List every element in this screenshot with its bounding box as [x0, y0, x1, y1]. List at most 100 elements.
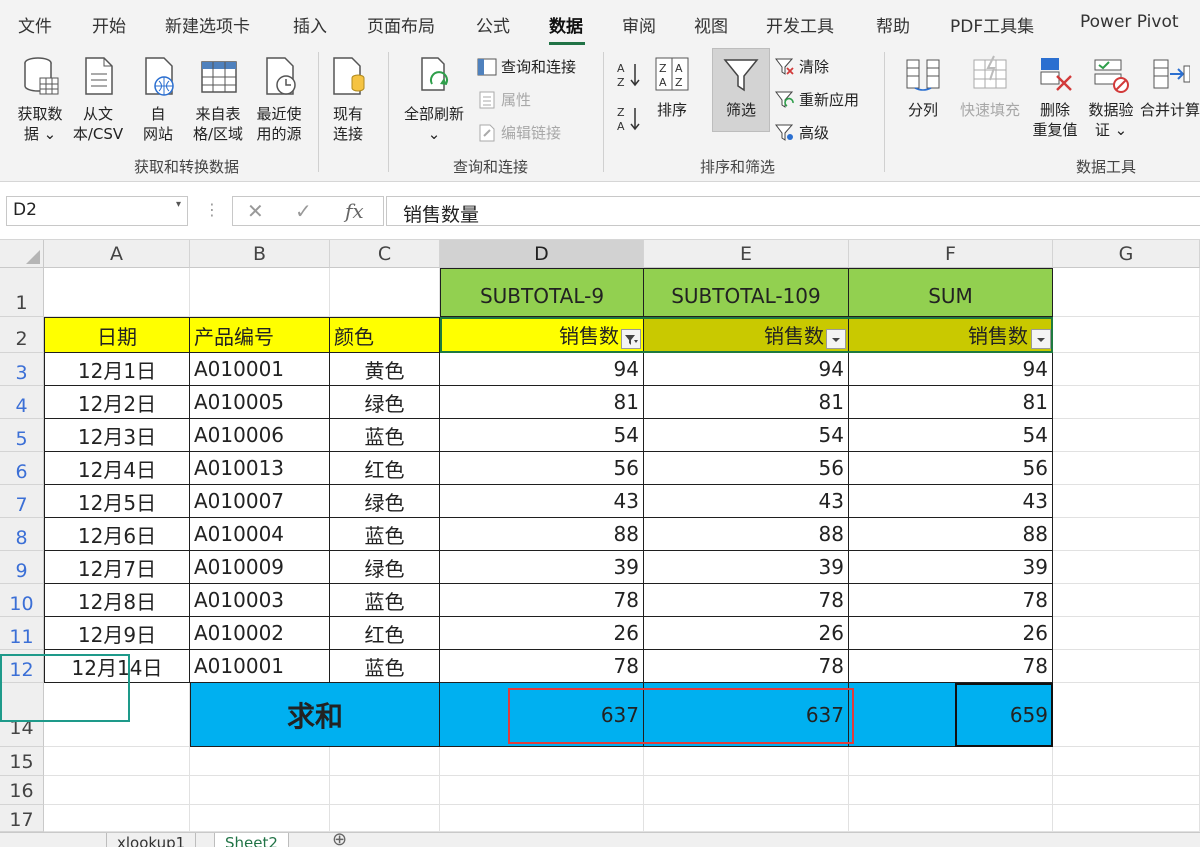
enter-icon[interactable]: ✓	[295, 199, 312, 223]
cell-date[interactable]: 12月7日	[44, 551, 190, 584]
empty-cell[interactable]	[190, 776, 330, 805]
row-header-2[interactable]: 2	[0, 317, 44, 353]
cell-date[interactable]: 12月1日	[44, 353, 190, 386]
empty-cell[interactable]	[440, 805, 644, 832]
cell-product-code[interactable]: A010001	[190, 650, 330, 683]
reapply-button[interactable]: 重新应用	[774, 89, 859, 110]
cell-d1[interactable]: SUBTOTAL-9	[440, 268, 644, 317]
select-all-button[interactable]	[0, 240, 44, 268]
empty-cell[interactable]	[44, 776, 190, 805]
empty-cell[interactable]	[1053, 452, 1200, 485]
cell-product-code[interactable]: A010009	[190, 551, 330, 584]
empty-cell[interactable]	[849, 747, 1053, 776]
tab-formulas[interactable]: 公式	[476, 12, 510, 37]
empty-cell[interactable]	[190, 747, 330, 776]
empty-cell[interactable]	[1053, 419, 1200, 452]
data-validation-button[interactable]: 数据验 证 ⌄	[1084, 54, 1138, 140]
formula-input[interactable]: 销售数量	[386, 196, 1200, 226]
column-header-c[interactable]: C	[330, 240, 440, 268]
cell-color[interactable]: 蓝色	[330, 419, 440, 452]
cell-f13[interactable]: 659	[849, 683, 1053, 747]
cell-d2[interactable]: 销售数	[440, 317, 644, 353]
cell-f[interactable]: 26	[849, 617, 1053, 650]
from-text-csv-button[interactable]: 从文 本/CSV	[70, 54, 126, 144]
cancel-icon[interactable]: ✕	[247, 199, 264, 223]
cell-a1[interactable]	[44, 268, 190, 317]
cell-b1[interactable]	[190, 268, 330, 317]
empty-cell[interactable]	[1053, 268, 1200, 317]
cell-f[interactable]: 88	[849, 518, 1053, 551]
empty-cell[interactable]	[849, 776, 1053, 805]
cell-f[interactable]: 54	[849, 419, 1053, 452]
cell-color[interactable]: 红色	[330, 452, 440, 485]
tab-help[interactable]: 帮助	[876, 12, 910, 37]
cell-d[interactable]: 78	[440, 584, 644, 617]
cell-d[interactable]: 78	[440, 650, 644, 683]
cell-f[interactable]: 56	[849, 452, 1053, 485]
edit-links-button[interactable]: 编辑链接	[476, 122, 561, 143]
empty-cell[interactable]	[644, 776, 849, 805]
sort-descending-button[interactable]: ZA	[614, 104, 644, 139]
cell-a2[interactable]: 日期	[44, 317, 190, 353]
consolidate-button[interactable]: 合并计算	[1140, 54, 1200, 120]
empty-cell[interactable]	[330, 805, 440, 832]
empty-cell[interactable]	[1053, 805, 1200, 832]
cell-d[interactable]: 26	[440, 617, 644, 650]
cell-e[interactable]: 56	[644, 452, 849, 485]
empty-cell[interactable]	[644, 747, 849, 776]
empty-cell[interactable]	[1053, 485, 1200, 518]
advanced-filter-button[interactable]: 高级	[774, 122, 829, 143]
cell-product-code[interactable]: A010004	[190, 518, 330, 551]
empty-cell[interactable]	[330, 776, 440, 805]
cell-product-code[interactable]: A010006	[190, 419, 330, 452]
cell-f1[interactable]: SUM	[849, 268, 1053, 317]
empty-cell[interactable]	[1053, 776, 1200, 805]
cell-d[interactable]: 94	[440, 353, 644, 386]
cell-e[interactable]: 94	[644, 353, 849, 386]
tab-page-layout[interactable]: 页面布局	[367, 12, 435, 37]
add-sheet-icon[interactable]: ⊕	[332, 833, 347, 847]
cell-e[interactable]: 39	[644, 551, 849, 584]
row-header-10[interactable]: 10	[0, 584, 44, 617]
cell-e[interactable]: 54	[644, 419, 849, 452]
empty-cell[interactable]	[1053, 584, 1200, 617]
row-header-17[interactable]: 17	[0, 805, 44, 832]
sheet-tab-xlookup1[interactable]: xlookup1	[106, 833, 197, 847]
name-box[interactable]: D2 ▾	[6, 196, 188, 226]
remove-duplicates-button[interactable]: 删除 重复值	[1028, 54, 1082, 140]
filter-dropdown-icon[interactable]	[826, 329, 846, 349]
column-header-b[interactable]: B	[190, 240, 330, 268]
row-header-7[interactable]: 7	[0, 485, 44, 518]
row-header-15[interactable]: 15	[0, 747, 44, 776]
tab-data[interactable]: 数据	[549, 12, 583, 37]
cell-product-code[interactable]: A010002	[190, 617, 330, 650]
column-header-f[interactable]: F	[849, 240, 1053, 268]
from-table-button[interactable]: 来自表 格/区域	[190, 54, 246, 144]
cell-date[interactable]: 12月4日	[44, 452, 190, 485]
cell-d[interactable]: 54	[440, 419, 644, 452]
empty-cell[interactable]	[1053, 551, 1200, 584]
empty-cell[interactable]	[1053, 747, 1200, 776]
cell-date[interactable]: 12月2日	[44, 386, 190, 419]
empty-cell[interactable]	[190, 805, 330, 832]
cell-color[interactable]: 黄色	[330, 353, 440, 386]
from-web-button[interactable]: 自 网站	[130, 54, 186, 144]
row-header-3[interactable]: 3	[0, 353, 44, 386]
row-header-5[interactable]: 5	[0, 419, 44, 452]
cell-product-code[interactable]: A010005	[190, 386, 330, 419]
tab-pdf-tools[interactable]: PDF工具集	[950, 12, 1034, 37]
cell-c1[interactable]	[330, 268, 440, 317]
clear-filter-button[interactable]: 清除	[774, 56, 829, 77]
cell-total-label[interactable]: 求和	[190, 683, 440, 747]
tab-insert[interactable]: 插入	[293, 12, 327, 37]
cell-e[interactable]: 26	[644, 617, 849, 650]
cell-d[interactable]: 81	[440, 386, 644, 419]
column-header-g[interactable]: G	[1053, 240, 1200, 268]
cell-color[interactable]: 绿色	[330, 386, 440, 419]
cell-f[interactable]: 78	[849, 650, 1053, 683]
column-header-a[interactable]: A	[44, 240, 190, 268]
filter-dropdown-icon[interactable]	[1031, 329, 1051, 349]
empty-cell[interactable]	[644, 805, 849, 832]
empty-cell[interactable]	[849, 805, 1053, 832]
recent-sources-button[interactable]: 最近使 用的源	[251, 54, 307, 144]
